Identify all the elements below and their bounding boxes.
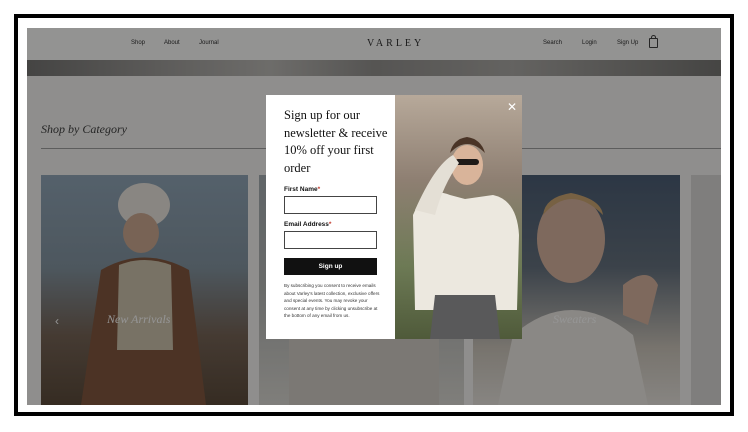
modal-title: Sign up for our newsletter & receive 10%… bbox=[284, 108, 388, 175]
close-icon[interactable]: ✕ bbox=[507, 100, 517, 114]
signup-button[interactable]: Sign up bbox=[284, 258, 377, 275]
consent-disclaimer: By subscribing you consent to receive em… bbox=[284, 283, 380, 319]
website: Shop About Journal VARLEY Search Login S… bbox=[27, 28, 721, 405]
email-label: Email Address* bbox=[284, 221, 332, 228]
modal-photo: ✕ bbox=[395, 95, 522, 339]
first-name-label: First Name* bbox=[284, 186, 321, 193]
newsletter-modal: Sign up for our newsletter & receive 10%… bbox=[266, 95, 522, 339]
first-name-field[interactable] bbox=[284, 196, 377, 214]
model-image bbox=[413, 137, 519, 339]
email-field[interactable] bbox=[284, 231, 377, 249]
